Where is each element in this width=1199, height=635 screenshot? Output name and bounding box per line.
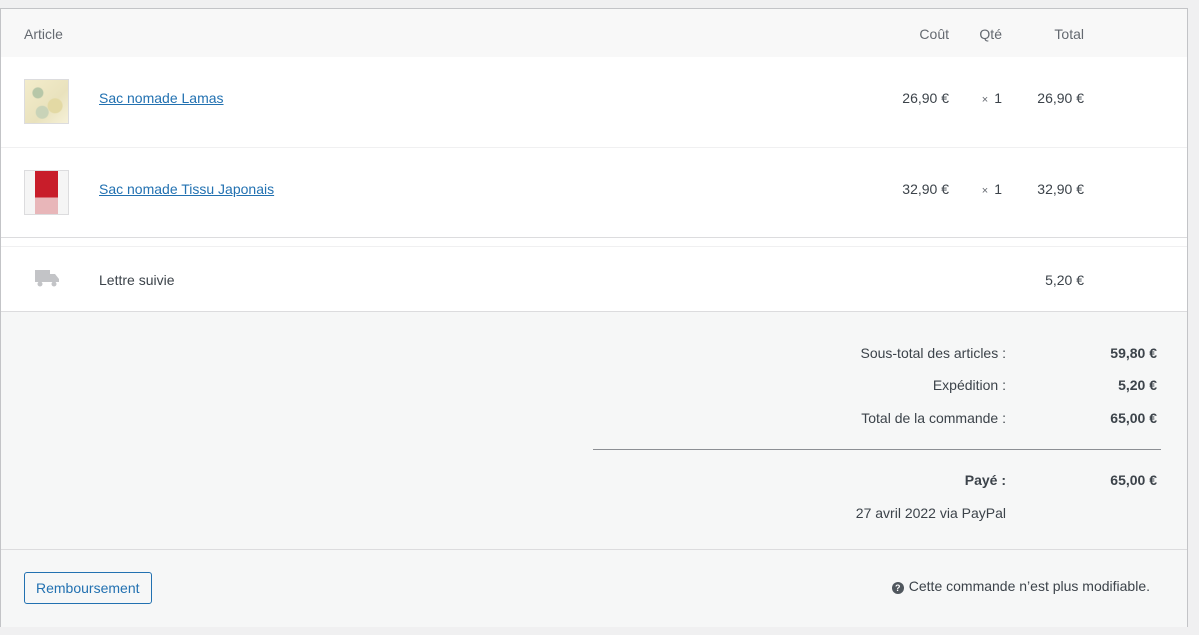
- truck-icon: [35, 270, 59, 287]
- product-link[interactable]: Sac nomade Lamas: [99, 90, 224, 106]
- paid-line: Payé : 65,00 €: [601, 472, 1157, 492]
- item-cost: 26,90 €: [902, 90, 949, 106]
- item-total: 26,90 €: [1037, 90, 1084, 106]
- item-qty: × 1: [961, 181, 1002, 197]
- order-totals: Sous-total des articles : 59,80 € Expédi…: [1, 312, 1187, 550]
- column-header-qty[interactable]: Qté: [951, 26, 1002, 42]
- table-row: Sac nomade Lamas 26,90 € × 1 26,90 €: [1, 57, 1187, 148]
- totals-divider: [593, 449, 1161, 450]
- order-actions: Remboursement ? Cette commande n’est plus…: [1, 550, 1187, 627]
- times-symbol: ×: [981, 185, 989, 197]
- table-row: Sac nomade Tissu Japonais 32,90 € × 1 32,…: [1, 148, 1187, 238]
- notice-text: Cette commande n’est plus modifiable.: [908, 578, 1150, 594]
- column-header-article[interactable]: Article: [24, 26, 63, 42]
- shipping-total-label: Expédition :: [932, 377, 1006, 393]
- shipping-row: Lettre suivie 5,20 €: [1, 246, 1187, 312]
- shipping-total-value: 5,20 €: [1118, 377, 1157, 393]
- payment-note: 27 avril 2022 via PayPal: [855, 505, 1006, 521]
- order-items-panel: Article Coût Qté Total Sac nomade Lamas …: [0, 8, 1188, 627]
- item-cost: 32,90 €: [902, 181, 949, 197]
- paid-value: 65,00 €: [1110, 472, 1157, 488]
- product-thumbnail-japonais: [24, 170, 69, 215]
- order-total-line: Total de la commande : 65,00 €: [601, 410, 1157, 430]
- times-symbol: ×: [981, 94, 989, 106]
- order-total-label: Total de la commande :: [861, 410, 1006, 426]
- payment-note-line: 27 avril 2022 via PayPal: [601, 505, 1157, 525]
- subtotal-value: 59,80 €: [1110, 345, 1157, 361]
- paid-label: Payé :: [964, 472, 1006, 488]
- help-icon[interactable]: ?: [891, 582, 904, 594]
- product-link[interactable]: Sac nomade Tissu Japonais: [99, 181, 274, 197]
- order-total-value: 65,00 €: [1110, 410, 1157, 426]
- shipping-total-line: Expédition : 5,20 €: [601, 377, 1157, 397]
- not-editable-notice: ? Cette commande n’est plus modifiable.: [891, 578, 1150, 594]
- shipping-total: 5,20 €: [1045, 272, 1084, 288]
- items-table-header: Article Coût Qté Total: [1, 9, 1187, 57]
- subtotal-label: Sous-total des articles :: [860, 345, 1006, 361]
- column-header-total[interactable]: Total: [1005, 26, 1084, 42]
- product-thumbnail-lamas: [24, 79, 69, 124]
- refund-button[interactable]: Remboursement: [24, 572, 152, 604]
- item-total: 32,90 €: [1037, 181, 1084, 197]
- shipping-method-name: Lettre suivie: [99, 272, 175, 288]
- subtotal-line: Sous-total des articles : 59,80 €: [601, 345, 1157, 365]
- column-header-cost[interactable]: Coût: [871, 26, 949, 42]
- item-qty: × 1: [961, 90, 1002, 106]
